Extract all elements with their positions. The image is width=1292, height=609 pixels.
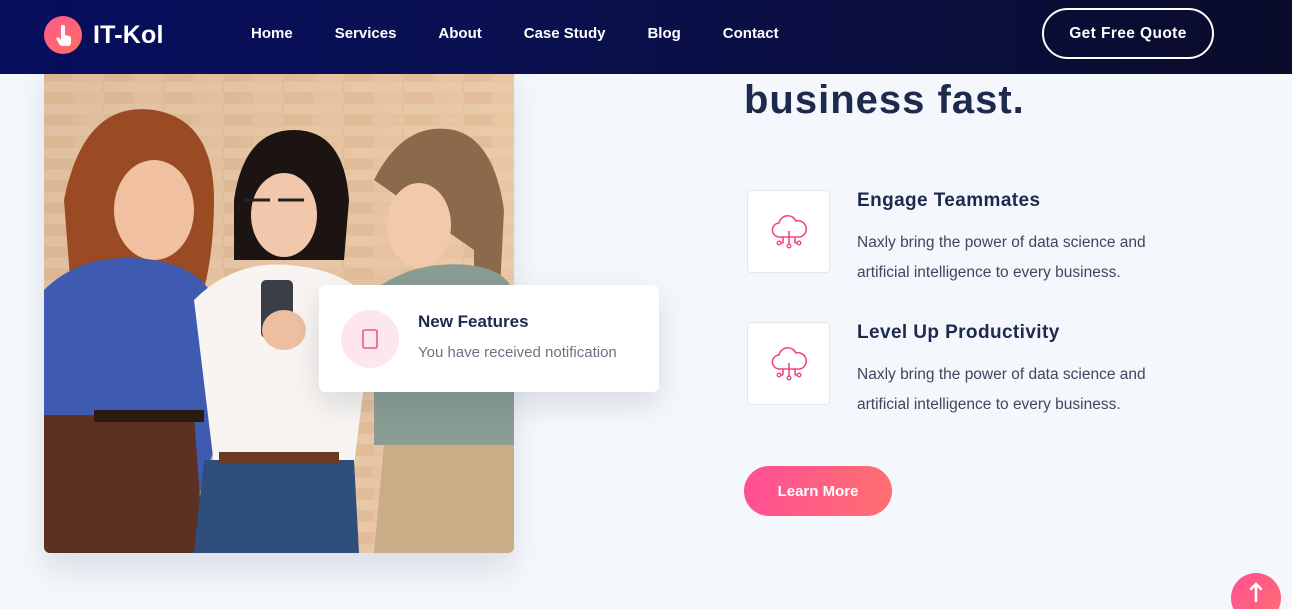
feature-text: Naxly bring the power of data science an… [857,366,1146,413]
logo[interactable]: IT-Kol [44,16,164,54]
cloud-network-icon [747,190,830,273]
feature-text: Naxly bring the power of data science an… [857,234,1146,281]
notification-icon [341,310,399,368]
nav-case-study[interactable]: Case Study [524,24,606,44]
feature-title: Level Up Productivity [857,322,1060,343]
notification-card: New Features You have received notificat… [319,285,659,392]
arrow-up-icon [1249,582,1263,602]
nav-services[interactable]: Services [335,24,397,44]
nav-contact[interactable]: Contact [723,24,779,44]
touch-hand-icon [44,16,82,54]
nav-home[interactable]: Home [251,24,293,44]
brand-name: IT-Kol [93,20,164,49]
get-free-quote-button[interactable]: Get Free Quote [1042,8,1214,59]
feature-title: Engage Teammates [857,190,1041,211]
cloud-network-icon [747,322,830,405]
navbar: IT-Kol Home Services About Case Study Bl… [0,0,1292,74]
hero-headline: business fast. [744,78,1025,122]
main-nav: Home Services About Case Study Blog Cont… [251,24,779,44]
nav-about[interactable]: About [438,24,481,44]
scroll-to-top-button[interactable] [1231,573,1281,609]
notification-title: New Features [418,312,529,331]
nav-blog[interactable]: Blog [647,24,680,44]
learn-more-button[interactable]: Learn More [744,466,892,516]
notification-text: You have received notification [418,344,617,361]
